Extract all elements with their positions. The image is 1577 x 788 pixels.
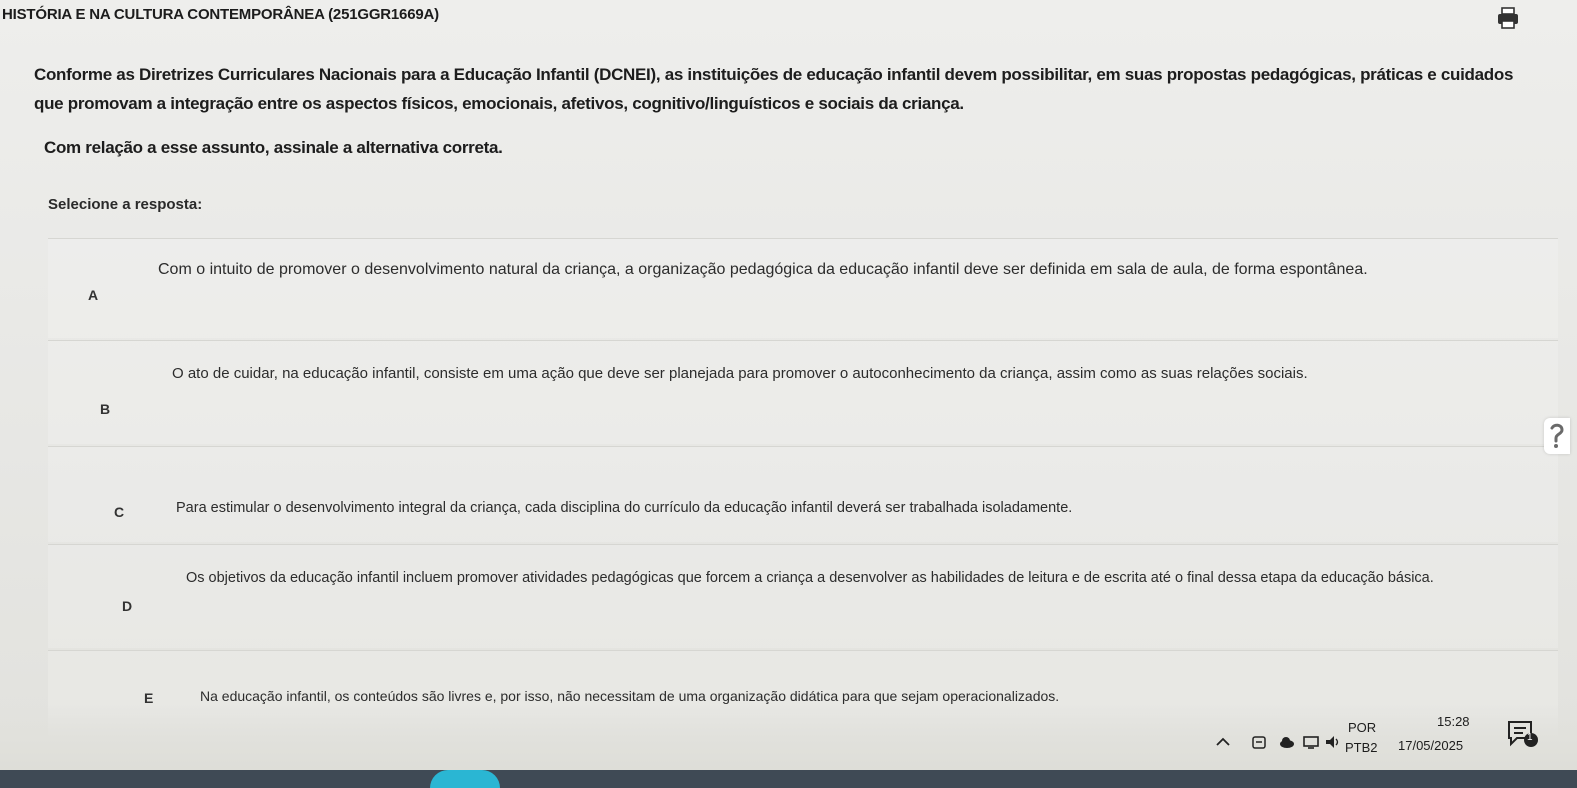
cloud-icon[interactable] — [1278, 734, 1296, 750]
option-letter: C — [114, 504, 125, 520]
answer-option-c[interactable]: C Para estimular o desenvolvimento integ… — [48, 446, 1558, 542]
option-text: Os objetivos da educação infantil inclue… — [186, 570, 1434, 586]
input-language[interactable]: POR — [1348, 720, 1376, 735]
option-text: Para estimular o desenvolvimento integra… — [176, 500, 1073, 516]
chevron-up-icon[interactable] — [1214, 734, 1232, 750]
notification-count: 1 — [1527, 732, 1533, 743]
notification-button[interactable]: 1 — [1505, 716, 1539, 750]
question-prompt: Com relação a esse assunto, assinale a a… — [44, 138, 503, 157]
assistant-side-button[interactable] — [1544, 418, 1570, 454]
tablet-pen-icon[interactable] — [1250, 734, 1268, 750]
answer-option-a[interactable]: A Com o intuito de promover o desenvolvi… — [48, 238, 1558, 338]
answer-option-d[interactable]: D Os objetivos da educação infantil incl… — [48, 544, 1558, 648]
clock-date[interactable]: 17/05/2025 — [1398, 738, 1463, 753]
course-title: HISTÓRIA E NA CULTURA CONTEMPORÂNEA (251… — [2, 6, 439, 23]
keyboard-layout[interactable]: PTB2 — [1345, 740, 1378, 755]
screen-bottom-edge — [0, 770, 1577, 788]
printer-icon[interactable] — [1497, 6, 1519, 30]
notification-icon — [1508, 721, 1538, 747]
chat-assistant-icon — [1550, 423, 1564, 448]
option-letter: A — [88, 287, 99, 303]
desktop-accent — [430, 770, 500, 788]
select-answer-label: Selecione a resposta: — [48, 196, 203, 213]
quiz-page: HISTÓRIA E NA CULTURA CONTEMPORÂNEA (251… — [0, 0, 1577, 740]
speaker-icon[interactable] — [1324, 734, 1342, 750]
option-letter: B — [100, 401, 111, 417]
option-text: Com o intuito de promover o desenvolvime… — [158, 261, 1368, 278]
network-icon[interactable] — [1302, 734, 1320, 750]
option-text: O ato de cuidar, na educação infantil, c… — [172, 365, 1308, 382]
question-statement: Conforme as Diretrizes Curriculares Naci… — [34, 65, 1514, 113]
clock-time[interactable]: 15:28 — [1437, 714, 1470, 729]
answer-option-b[interactable]: B O ato de cuidar, na educação infantil,… — [48, 340, 1558, 444]
option-letter: D — [122, 598, 133, 614]
